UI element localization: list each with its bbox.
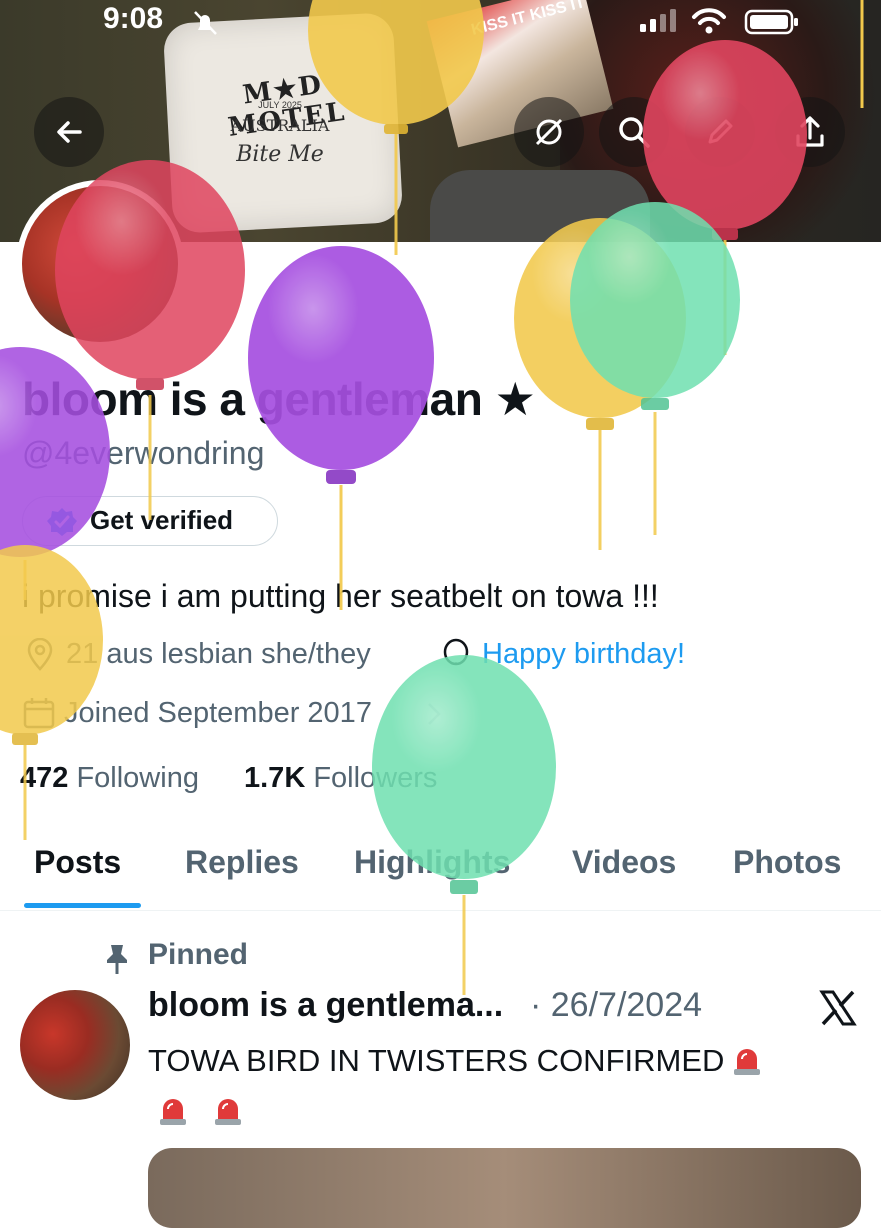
followers-link[interactable]: 1.7K Followers (244, 762, 437, 795)
bio: i promise i am putting her seatbelt on t… (22, 578, 659, 614)
battery-icon (744, 9, 798, 35)
tabs-divider (0, 910, 881, 911)
bell-muted-icon (194, 11, 217, 35)
post-date[interactable]: · 26/7/2024 (530, 986, 702, 1025)
balloon-green (372, 655, 556, 995)
pin-icon (107, 945, 127, 974)
tab-photos[interactable]: Photos (733, 844, 841, 881)
back-arrow-icon (57, 121, 82, 143)
handle: @4everwondring (22, 435, 265, 471)
cellular-signal-icon (640, 9, 676, 32)
no-sync-icon (535, 118, 563, 146)
following-count: 472 (20, 762, 69, 794)
chevron-right-icon[interactable] (424, 700, 444, 728)
balloon-icon (443, 638, 469, 666)
pillow-script: Bite Me (236, 142, 324, 167)
search-icon (619, 117, 650, 148)
balloon-green (570, 202, 740, 535)
siren-emoji-icon (734, 1049, 761, 1075)
birthday-link[interactable]: Happy birthday! (482, 638, 685, 671)
joined-date: Joined September 2017 (64, 697, 372, 729)
pillow-date: JULY 2025 (258, 100, 302, 110)
status-time: 9:08 (103, 2, 164, 35)
get-verified-label: Get verified (90, 505, 234, 535)
status-icons (640, 8, 798, 35)
active-tab-indicator (24, 903, 141, 908)
back-button[interactable] (34, 97, 104, 167)
pinned-label: Pinned (148, 938, 249, 971)
location-text: 21 aus lesbian she/they (66, 638, 371, 670)
sync-button[interactable] (514, 97, 584, 167)
x-logo-icon (819, 990, 857, 1026)
location-pin-icon (27, 638, 53, 671)
balloon-purple (248, 246, 434, 610)
tab-posts[interactable]: Posts (34, 844, 121, 881)
post-text: TOWA BIRD IN TWISTERS CONFIRMED (148, 1036, 848, 1136)
share-icon (796, 116, 824, 147)
post-media-image[interactable] (148, 1148, 861, 1228)
following-link[interactable]: 472 Following (20, 762, 199, 795)
post-author-name[interactable]: bloom is a gentlema... (148, 986, 503, 1025)
post-author-avatar[interactable] (20, 990, 130, 1100)
siren-emoji-icon (214, 1099, 241, 1125)
pillow-location: AUSTRALIA (230, 116, 330, 135)
share-button[interactable] (775, 97, 845, 167)
edit-pencil-icon (708, 119, 733, 144)
post-text-content: TOWA BIRD IN TWISTERS CONFIRMED (148, 1043, 725, 1078)
search-button[interactable] (599, 97, 669, 167)
tab-highlights[interactable]: Highlights (354, 844, 510, 881)
balloon-yellow (514, 218, 686, 550)
tab-videos[interactable]: Videos (572, 844, 676, 881)
banner-lap (430, 170, 650, 242)
profile-avatar[interactable] (16, 180, 184, 348)
followers-label: Followers (313, 762, 438, 794)
siren-emoji-icon (160, 1099, 186, 1125)
tab-replies[interactable]: Replies (185, 844, 299, 881)
edit-profile-button[interactable] (685, 97, 755, 167)
following-label: Following (76, 762, 199, 794)
verified-badge-icon (47, 508, 77, 536)
calendar-icon (23, 698, 55, 729)
wifi-icon (692, 8, 726, 34)
display-name: bloom is a gentleman ★ (22, 373, 536, 425)
followers-count: 1.7K (244, 762, 306, 794)
